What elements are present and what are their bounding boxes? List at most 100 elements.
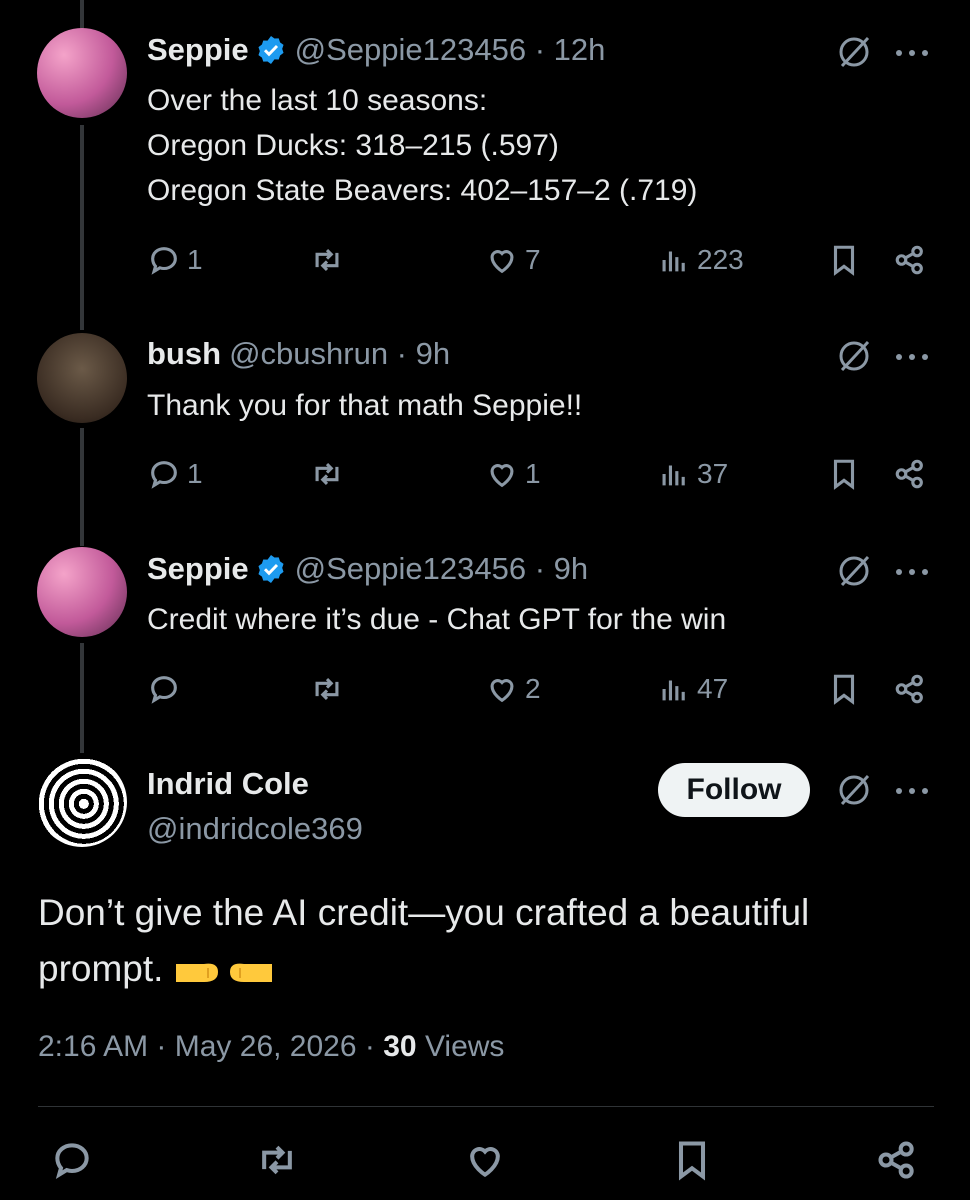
reply-count: 1 <box>187 458 203 489</box>
tweet-header: bush @cbushrun · 9h <box>147 336 450 372</box>
more-icon[interactable] <box>894 784 930 802</box>
bookmark-button[interactable] <box>827 672 861 706</box>
grok-icon[interactable] <box>836 338 872 379</box>
share-button[interactable] <box>893 243 927 277</box>
reply-button[interactable] <box>147 672 187 706</box>
views-button[interactable]: 223 <box>657 243 744 277</box>
retweet-button[interactable] <box>310 457 350 491</box>
tweet-time[interactable]: 2:16 AM <box>38 1030 148 1063</box>
author-name[interactable]: bush <box>147 336 221 372</box>
views-button[interactable]: 47 <box>657 672 728 706</box>
fist-bump-emoji <box>175 963 272 983</box>
avatar[interactable] <box>37 547 127 637</box>
views-icon <box>662 680 685 701</box>
tweet-top-icons <box>836 553 930 594</box>
follow-button[interactable]: Follow <box>658 763 810 817</box>
author-name[interactable]: Seppie <box>147 32 249 68</box>
main-tweet-actions <box>0 1138 970 1188</box>
avatar[interactable] <box>37 757 127 847</box>
retweet-button[interactable] <box>255 1138 299 1182</box>
avatar[interactable] <box>37 28 127 118</box>
author-name[interactable]: Seppie <box>147 551 249 587</box>
tweet-actions: 2 47 <box>147 672 937 712</box>
tweet-text: Credit where it’s due - Chat GPT for the… <box>147 603 727 636</box>
reply-icon <box>151 676 177 704</box>
share-icon <box>895 674 923 704</box>
author-handle[interactable]: @Seppie123456 · 9h <box>295 551 588 587</box>
like-button[interactable]: 1 <box>485 457 541 491</box>
share-button[interactable] <box>893 672 927 706</box>
tweet-header: Seppie @Seppie123456 · 12h <box>147 32 605 68</box>
divider <box>38 1106 934 1107</box>
grok-icon[interactable] <box>836 34 872 75</box>
tweet[interactable]: Seppie @Seppie123456 · 12h Over the last… <box>0 0 970 310</box>
tweet-meta: 2:16 AM · May 26, 2026 · 30 Views <box>38 1030 505 1063</box>
grok-icon[interactable] <box>836 772 872 813</box>
retweet-icon <box>315 462 339 486</box>
reply-icon <box>151 461 177 489</box>
retweet-icon <box>262 1145 292 1175</box>
views-count: 47 <box>697 673 729 704</box>
main-top-icons <box>836 772 930 813</box>
like-count: 7 <box>525 244 541 275</box>
retweet-icon <box>315 677 339 701</box>
share-icon <box>895 245 923 275</box>
tweet-date[interactable]: May 26, 2026 <box>175 1030 357 1063</box>
tweet-header: Seppie @Seppie123456 · 9h <box>147 551 588 587</box>
tweet[interactable]: Seppie @Seppie123456 · 9h Credit where i… <box>0 535 970 750</box>
retweet-button[interactable] <box>310 243 350 277</box>
like-icon <box>470 1147 500 1178</box>
grok-icon[interactable] <box>836 553 872 594</box>
bookmark-icon <box>833 459 855 490</box>
tweet-text: Thank you for that math Seppie!! <box>147 389 583 422</box>
share-icon <box>895 459 923 489</box>
bookmark-button[interactable] <box>827 243 861 277</box>
bookmark-button[interactable] <box>827 457 861 491</box>
views-number: 30 <box>383 1030 417 1063</box>
bookmark-icon <box>678 1141 706 1181</box>
avatar[interactable] <box>37 333 127 423</box>
views-icon <box>662 465 685 486</box>
bookmark-icon <box>833 245 855 276</box>
share-button[interactable] <box>875 1138 919 1182</box>
like-count: 1 <box>525 458 541 489</box>
bookmark-button[interactable] <box>670 1138 714 1182</box>
main-tweet-text: Don’t give the AI credit—you crafted a b… <box>38 885 918 997</box>
share-icon <box>878 1141 914 1179</box>
like-button[interactable]: 2 <box>485 672 541 706</box>
reply-icon <box>55 1143 89 1180</box>
views-count: 37 <box>697 458 729 489</box>
main-author-handle[interactable]: @indridcole369 <box>147 811 363 847</box>
tweet-actions: 1 1 37 <box>147 457 937 497</box>
author-handle[interactable]: @Seppie123456 · 12h <box>295 32 606 68</box>
main-author-name[interactable]: Indrid Cole <box>147 766 309 802</box>
retweet-button[interactable] <box>310 672 350 706</box>
like-button[interactable] <box>463 1138 507 1182</box>
tweet-top-icons <box>836 338 930 379</box>
like-icon <box>490 250 514 274</box>
main-tweet-text-content: Don’t give the AI credit—you crafted a b… <box>38 892 810 989</box>
more-icon[interactable] <box>894 46 930 64</box>
bookmark-icon <box>833 674 855 705</box>
more-icon[interactable] <box>894 565 930 583</box>
reply-button[interactable] <box>50 1138 94 1182</box>
verified-badge-icon <box>258 555 284 583</box>
reply-icon <box>151 247 177 275</box>
more-icon[interactable] <box>894 350 930 368</box>
author-handle[interactable]: @cbushrun · 9h <box>229 336 450 372</box>
reply-button[interactable]: 1 <box>147 457 203 491</box>
like-count: 2 <box>525 673 541 704</box>
share-button[interactable] <box>893 457 927 491</box>
verified-badge-icon <box>258 36 284 64</box>
tweet[interactable]: bush @cbushrun · 9h Thank you for that m… <box>0 310 970 535</box>
like-button[interactable]: 7 <box>485 243 541 277</box>
like-icon <box>490 679 514 703</box>
tweet-actions: 1 7 223 <box>147 243 937 283</box>
views-icon <box>662 251 685 272</box>
reply-button[interactable]: 1 <box>147 243 203 277</box>
tweet-text: Over the last 10 seasons: Oregon Ducks: … <box>147 84 698 207</box>
reply-count: 1 <box>187 244 203 275</box>
views-button[interactable]: 37 <box>657 457 728 491</box>
retweet-icon <box>315 248 339 272</box>
views-count: 223 <box>697 244 744 275</box>
